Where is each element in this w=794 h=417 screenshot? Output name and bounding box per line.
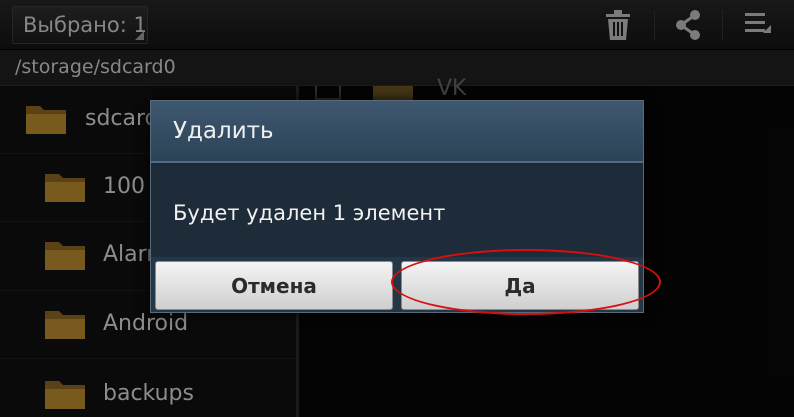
dialog-message: Будет удален 1 элемент <box>173 201 446 225</box>
dialog-title: Удалить <box>173 118 274 144</box>
cancel-button[interactable]: Отмена <box>155 261 393 310</box>
delete-dialog: Удалить Будет удален 1 элемент Отмена Да <box>150 100 644 313</box>
dialog-header: Удалить <box>151 101 643 163</box>
confirm-button-label: Да <box>504 273 536 298</box>
cancel-button-label: Отмена <box>231 273 317 298</box>
dialog-button-bar: Отмена Да <box>151 257 643 312</box>
dialog-body: Будет удален 1 элемент <box>151 165 643 257</box>
confirm-button[interactable]: Да <box>401 261 639 310</box>
